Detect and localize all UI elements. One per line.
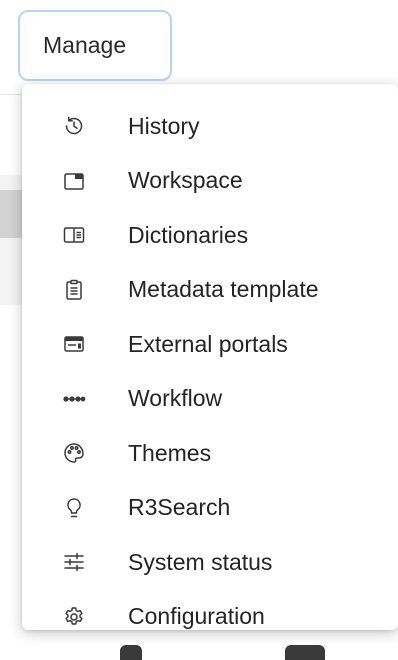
window-icon bbox=[62, 169, 86, 193]
clipboard-icon bbox=[62, 278, 86, 302]
menu-item-label: Configuration bbox=[128, 603, 265, 630]
manage-button-label: Manage bbox=[43, 32, 127, 58]
background-content bbox=[285, 645, 325, 660]
background-content bbox=[120, 645, 142, 660]
menu-item-label: History bbox=[128, 112, 200, 139]
menu-item-label: Themes bbox=[128, 439, 212, 466]
sliders-icon bbox=[62, 550, 86, 574]
menu-item-workspace[interactable]: Workspace bbox=[22, 154, 398, 209]
menu-item-label: System status bbox=[128, 548, 273, 575]
dots-flow-icon bbox=[62, 387, 86, 411]
menu-item-dictionaries[interactable]: Dictionaries bbox=[22, 208, 398, 263]
menu-item-label: Metadata template bbox=[128, 276, 319, 303]
menu-item-workflow[interactable]: Workflow bbox=[22, 372, 398, 427]
menu-item-metadata-template[interactable]: Metadata template bbox=[22, 263, 398, 318]
menu-item-label: R3Search bbox=[128, 494, 231, 521]
menu-item-r3search[interactable]: R3Search bbox=[22, 481, 398, 536]
history-icon bbox=[62, 114, 86, 138]
menu-item-label: Workspace bbox=[128, 167, 243, 194]
lightbulb-icon bbox=[62, 496, 86, 520]
manage-menu: History Workspace Dictionaries Metadata … bbox=[22, 84, 398, 630]
menu-item-label: Dictionaries bbox=[128, 221, 249, 248]
menu-item-configuration[interactable]: Configuration bbox=[22, 590, 398, 645]
portal-icon bbox=[62, 332, 86, 356]
menu-item-system-status[interactable]: System status bbox=[22, 535, 398, 590]
background-panel bbox=[0, 190, 22, 238]
menu-item-history[interactable]: History bbox=[22, 99, 398, 154]
menu-item-label: Workflow bbox=[128, 385, 223, 412]
manage-button[interactable]: Manage bbox=[18, 10, 172, 81]
book-panel-icon bbox=[62, 223, 86, 247]
menu-item-external-portals[interactable]: External portals bbox=[22, 317, 398, 372]
menu-item-label: External portals bbox=[128, 330, 288, 357]
gear-icon bbox=[62, 605, 86, 629]
palette-icon bbox=[62, 441, 86, 465]
menu-item-themes[interactable]: Themes bbox=[22, 426, 398, 481]
